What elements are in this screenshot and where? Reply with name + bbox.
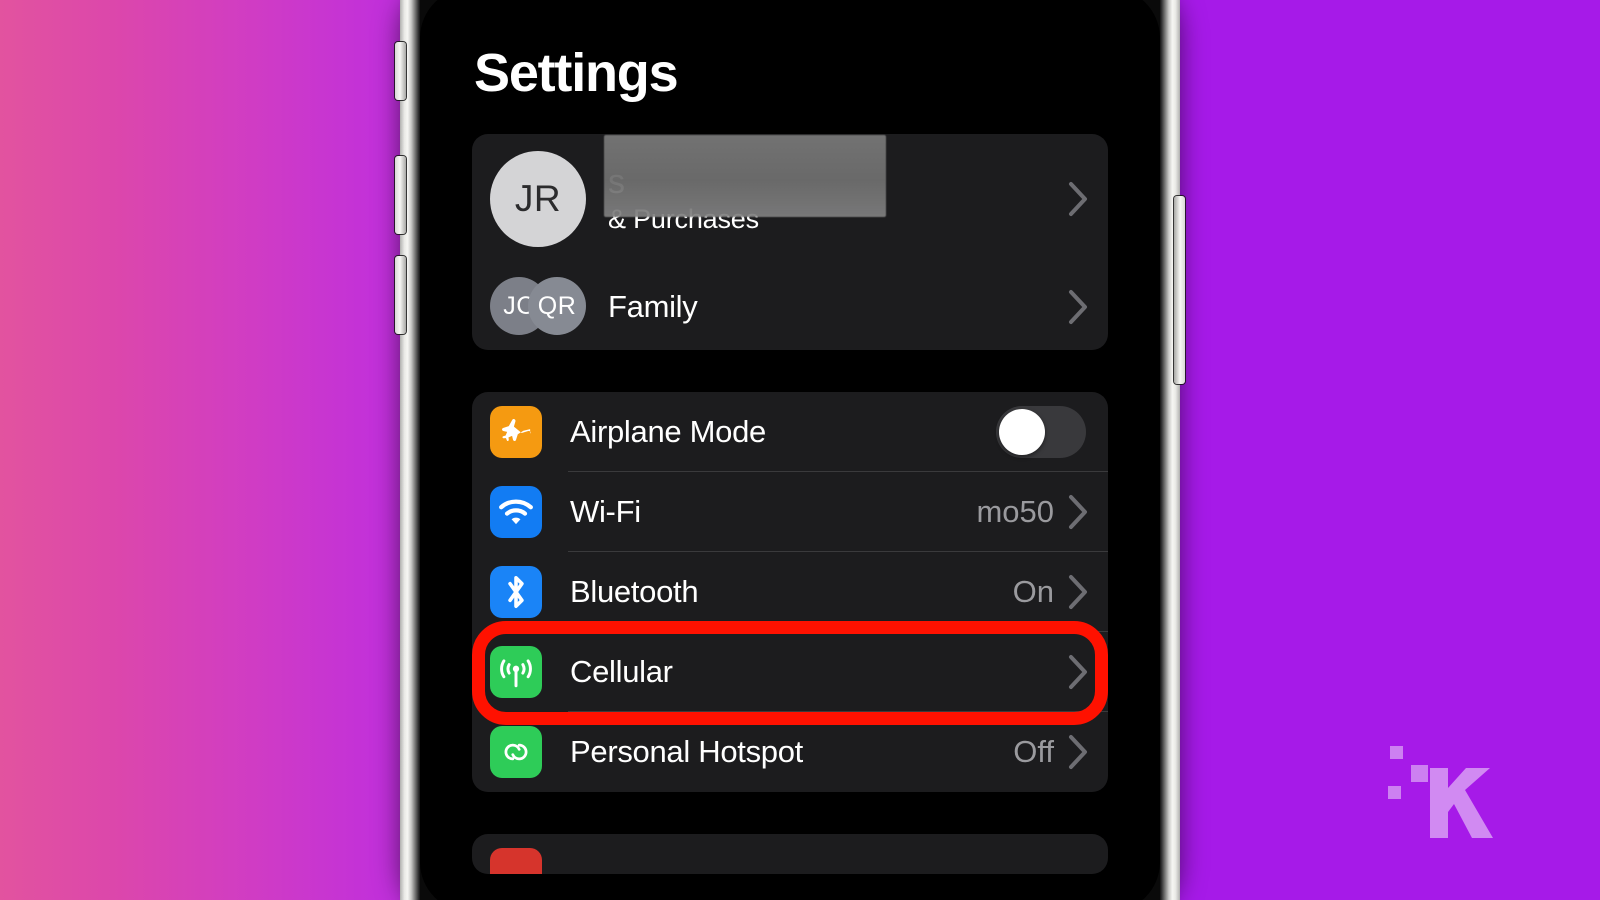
chevron-right-icon [1068,574,1090,610]
chevron-right-icon [1068,494,1090,530]
airplane-mode-toggle[interactable] [996,406,1086,458]
chevron-right-icon [1068,734,1090,770]
hotspot-link-icon [490,726,542,778]
settings-row-label: Airplane Mode [570,414,766,449]
device-rail-right [1160,0,1180,900]
mute-switch[interactable] [395,42,406,100]
settings-row-personal-hotspot[interactable]: Personal Hotspot Off [472,712,1108,792]
knowtechie-logo [1386,738,1496,843]
chevron-right-icon [1068,654,1090,690]
avatar: JR [490,151,586,247]
settings-row-label: Wi-Fi [570,494,641,529]
partial-app-icon [490,848,542,874]
apple-id-text: s & Purchases [604,135,1068,247]
screenshot-stage: Settings JR s & Purchases [0,0,1600,900]
wifi-network-value: mo50 [976,494,1054,529]
next-group-partial [472,834,1108,874]
wifi-icon [490,486,542,538]
apple-id-row[interactable]: JR s & Purchases [472,134,1108,264]
family-avatars: JC QR [490,277,586,337]
apple-id-card: JR s & Purchases [472,134,1108,350]
family-row[interactable]: JC QR Family [472,264,1108,350]
device-rail-left [400,0,420,900]
background-gradient-left [0,0,404,900]
settings-row-label: Personal Hotspot [570,734,803,769]
settings-row-label: Bluetooth [570,574,699,609]
settings-row-label: Cellular [570,654,673,689]
airplane-icon [490,406,542,458]
settings-row-bluetooth[interactable]: Bluetooth On [472,552,1108,632]
bluetooth-icon [490,566,542,618]
volume-up-button[interactable] [395,156,406,234]
chevron-right-icon [1068,289,1090,325]
bluetooth-state-value: On [1012,574,1054,609]
settings-row-wifi[interactable]: Wi-Fi mo50 [472,472,1108,552]
volume-down-button[interactable] [395,256,406,334]
hotspot-state-value: Off [1013,734,1054,769]
phone-screen: Settings JR s & Purchases [420,0,1160,900]
iphone-device: Settings JR s & Purchases [395,0,1185,900]
connectivity-group: Airplane Mode Wi-Fi mo50 Bluetooth On Ce… [472,392,1108,792]
power-button[interactable] [1174,196,1185,384]
settings-row-airplane-mode[interactable]: Airplane Mode [472,392,1108,472]
family-label: Family [608,289,698,324]
page-title: Settings [474,43,679,103]
cellular-antenna-icon [490,646,542,698]
settings-app: Settings JR s & Purchases [420,0,1160,900]
toggle-knob [999,409,1045,455]
redaction-block [604,135,886,217]
chevron-right-icon [1068,181,1090,217]
family-avatar-2: QR [528,277,586,335]
settings-row-cellular[interactable]: Cellular [472,632,1108,712]
